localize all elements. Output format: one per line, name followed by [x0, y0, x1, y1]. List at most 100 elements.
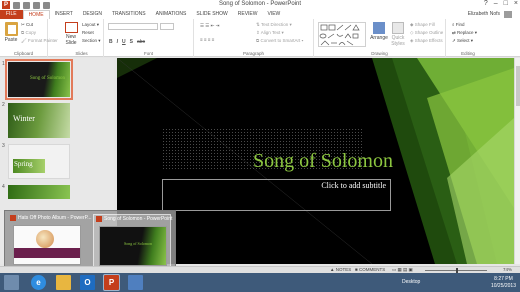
- preview-band: [14, 248, 80, 258]
- preview-thumbnail: Song of Solomon: [99, 226, 167, 266]
- tab-home[interactable]: HOME: [22, 10, 50, 19]
- tab-design[interactable]: DESIGN: [78, 10, 107, 19]
- vertical-scrollbar[interactable]: [514, 58, 520, 264]
- powerpoint-taskbar-icon[interactable]: P: [103, 274, 120, 291]
- tab-review[interactable]: REVIEW: [233, 10, 263, 19]
- thumbnail-number: 3: [2, 143, 5, 149]
- app-taskbar-icon[interactable]: [128, 275, 143, 290]
- copy-button[interactable]: ⧉ Copy: [21, 30, 36, 35]
- replace-label: Replace: [457, 30, 474, 35]
- slide-title[interactable]: Song of Solomon: [157, 150, 393, 173]
- align-icons[interactable]: ≡ ≡ ≡ ≡: [200, 37, 214, 42]
- font-name-box[interactable]: [108, 23, 158, 30]
- clipboard-group-label: Clipboard: [13, 51, 34, 56]
- desktop-toolbar[interactable]: Desktop: [402, 279, 420, 285]
- user-name[interactable]: Elizabeth Nofs: [468, 10, 500, 19]
- replace-button[interactable]: ⇄ Replace ▾: [452, 30, 477, 36]
- system-clock[interactable]: 8:27 PM 10/25/2013: [491, 276, 516, 290]
- internet-explorer-icon[interactable]: e: [31, 275, 46, 290]
- thumbnail-number: 4: [2, 184, 5, 190]
- text-direction-label: Text Direction: [260, 22, 289, 27]
- tab-insert[interactable]: INSERT: [50, 10, 78, 19]
- tab-transitions[interactable]: TRANSITIONS: [107, 10, 151, 19]
- shape-outline-label: Shape Outline: [414, 30, 444, 35]
- select-label: Select: [457, 38, 470, 43]
- shape-outline-button[interactable]: ◇ Shape Outline: [410, 30, 443, 36]
- shapes-gallery-icon: [319, 24, 360, 46]
- convert-smartart-button[interactable]: ⧉ Convert to SmartArt ▾: [256, 38, 303, 43]
- underline-button[interactable]: U: [122, 39, 126, 45]
- drawing-group: Arrange Quick Styles ◆ Shape Fill ◇ Shap…: [314, 19, 446, 57]
- align-text-button[interactable]: ⇕ Align Text ▾: [256, 30, 284, 36]
- preview-window-hats-off[interactable]: Hats Off Photo Album - PowerP...: [8, 214, 91, 270]
- reset-label: Reset: [82, 30, 94, 35]
- paste-icon: [4, 22, 18, 36]
- close-button[interactable]: ×: [514, 0, 518, 7]
- zoom-level[interactable]: 74%: [503, 267, 512, 272]
- italic-button[interactable]: I: [117, 39, 118, 45]
- quick-styles-icon: [392, 22, 404, 34]
- start-button[interactable]: [4, 275, 19, 290]
- comments-button[interactable]: ■ COMMENTS: [355, 267, 385, 272]
- paste-button[interactable]: Paste: [3, 22, 19, 43]
- format-painter-button[interactable]: 🖌 Format Painter: [21, 38, 58, 44]
- taskbar-preview-popup: Hats Off Photo Album - PowerP... Song of…: [4, 210, 176, 272]
- select-button[interactable]: ➚ Select ▾: [452, 38, 473, 44]
- subtitle-placeholder[interactable]: Click to add subtitle: [162, 179, 391, 211]
- thumbnail-slide-3[interactable]: Spring: [8, 144, 70, 179]
- convert-smartart-label: Convert to SmartArt: [260, 38, 301, 43]
- new-slide-icon: [64, 22, 78, 33]
- tab-file[interactable]: FILE: [0, 10, 23, 19]
- tab-animations[interactable]: ANIMATIONS: [151, 10, 192, 19]
- strikethrough-abc-button[interactable]: abc: [137, 39, 145, 45]
- strikethrough-button[interactable]: S: [130, 39, 133, 45]
- cut-button[interactable]: ✂ Cut: [21, 22, 33, 28]
- thumbnail-slide-1[interactable]: Song of Solomon: [5, 59, 73, 100]
- slide-canvas[interactable]: Song of Solomon Click to add subtitle: [117, 58, 514, 264]
- minimize-button[interactable]: –: [494, 0, 498, 7]
- tab-slide-show[interactable]: SLIDE SHOW: [191, 10, 232, 19]
- shapes-gallery[interactable]: [318, 22, 366, 47]
- file-explorer-icon[interactable]: [56, 275, 71, 290]
- font-size-box[interactable]: [160, 23, 174, 30]
- preview-title: Hats Off Photo Album - PowerP...: [10, 215, 91, 221]
- thumbnail-number: 1: [2, 61, 5, 67]
- subtitle-placeholder-text: Click to add subtitle: [321, 181, 386, 190]
- arrange-icon: [373, 22, 385, 34]
- copy-label: Copy: [25, 30, 36, 35]
- paste-label: Paste: [4, 37, 18, 43]
- help-button[interactable]: ?: [484, 0, 488, 7]
- bold-button[interactable]: B: [109, 39, 113, 45]
- notes-button[interactable]: ▲ NOTES: [330, 267, 351, 272]
- arrange-button[interactable]: Arrange: [370, 22, 388, 41]
- tab-view[interactable]: VIEW: [263, 10, 286, 19]
- slides-group: New Slide Layout ▾ Reset Section ▾ Slide…: [60, 19, 104, 57]
- scrollbar-thumb[interactable]: [516, 66, 520, 106]
- shape-fill-button[interactable]: ◆ Shape Fill: [410, 22, 435, 28]
- status-bar: ▲ NOTES ■ COMMENTS ▭ ▦ ▤ ▣ 74%: [0, 266, 520, 273]
- bullets-icon[interactable]: ☰ ☰ ⇤ ⇥: [200, 23, 219, 29]
- section-button[interactable]: Section ▾: [82, 38, 101, 44]
- quick-styles-button[interactable]: Quick Styles: [389, 22, 407, 47]
- new-slide-button[interactable]: New Slide: [62, 22, 80, 46]
- thumbnail-slide-4[interactable]: [8, 185, 70, 199]
- slides-group-label: Slides: [75, 51, 88, 56]
- preview-title-text: Song of Solomon - PowerPoint: [104, 216, 173, 222]
- preview-window-song-of-solomon[interactable]: Song of Solomon - PowerPoint Song of Sol…: [93, 214, 173, 270]
- shape-effects-label: Shape Effects: [414, 38, 443, 43]
- outlook-icon[interactable]: O: [80, 275, 95, 290]
- shape-effects-button[interactable]: ◈ Shape Effects: [410, 38, 443, 44]
- shape-fill-label: Shape Fill: [414, 22, 435, 27]
- thumbnail-slide-2[interactable]: Winter: [8, 103, 70, 138]
- editing-group: ⌕ Find ⇄ Replace ▾ ➚ Select ▾ Editing: [446, 19, 490, 57]
- find-button[interactable]: ⌕ Find: [452, 22, 465, 27]
- reset-button[interactable]: Reset: [82, 30, 94, 35]
- thumbnail-number: 2: [2, 102, 5, 108]
- notes-label: NOTES: [335, 267, 352, 272]
- text-direction-button[interactable]: ⇅ Text Direction ▾: [256, 22, 292, 28]
- ribbon: Paste ✂ Cut ⧉ Copy 🖌 Format Painter Clip…: [0, 19, 520, 57]
- layout-button[interactable]: Layout ▾: [82, 22, 99, 28]
- avatar[interactable]: [504, 11, 512, 18]
- powerpoint-icon: [10, 215, 16, 221]
- maximize-button[interactable]: □: [504, 0, 508, 7]
